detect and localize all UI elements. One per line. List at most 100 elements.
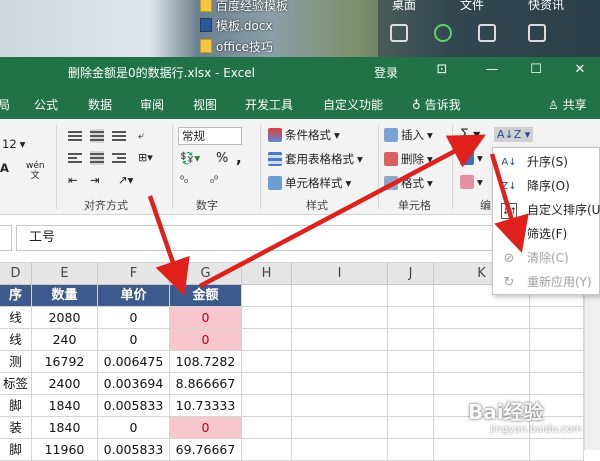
widget-tab-desktop[interactable]: 桌面	[392, 0, 416, 13]
orientation-icon[interactable]: ↗▾	[118, 173, 133, 187]
menu-item-reapply[interactable]: ↻ 重新应用(Y)	[493, 271, 600, 294]
tab-developer[interactable]: 开发工具	[245, 96, 293, 113]
empty-cell[interactable]	[530, 351, 584, 373]
tab-review[interactable]: 审阅	[140, 96, 164, 113]
data-cell[interactable]: 0	[98, 417, 170, 439]
align-center-icon[interactable]	[90, 151, 104, 165]
widget-tab-files[interactable]: 文件	[460, 0, 484, 13]
empty-cell[interactable]	[292, 373, 388, 395]
empty-cell[interactable]	[292, 285, 388, 307]
decrease-decimal-icon[interactable]: ₀⁰	[210, 175, 218, 186]
tab-layout[interactable]: 局	[0, 96, 10, 113]
percent-button[interactable]: %	[216, 151, 228, 166]
empty-cell[interactable]	[292, 351, 388, 373]
data-cell[interactable]: 10.73333	[170, 395, 242, 417]
data-cell[interactable]: 2080	[32, 307, 98, 329]
maximize-icon[interactable]: ☐	[528, 62, 544, 78]
empty-cell[interactable]	[388, 395, 434, 417]
tab-tell-me[interactable]: ♁ 告诉我	[412, 96, 461, 113]
menu-item-custom-sort[interactable]: ↓↑ 自定义排序(U)	[493, 199, 600, 222]
empty-cell[interactable]	[434, 439, 530, 461]
desktop-file-template[interactable]: 百度经验模板	[200, 0, 288, 14]
header-cell[interactable]: 单价	[98, 285, 170, 307]
data-cell[interactable]: 0	[98, 329, 170, 351]
ribbon-display-icon[interactable]: ⊡	[434, 62, 450, 78]
data-cell[interactable]: 240	[32, 329, 98, 351]
login-button[interactable]: 登录	[374, 64, 398, 81]
comma-button[interactable]: ,	[236, 149, 242, 167]
data-cell[interactable]: 108.7282	[170, 351, 242, 373]
empty-cell[interactable]	[388, 285, 434, 307]
clear-button[interactable]: ▾	[460, 175, 483, 189]
tab-view[interactable]: 视图	[193, 96, 217, 113]
wrap-text-icon[interactable]: ⤶	[138, 129, 144, 143]
data-cell[interactable]: 0	[98, 307, 170, 329]
empty-cell[interactable]	[388, 417, 434, 439]
empty-cell[interactable]	[242, 417, 292, 439]
data-cell[interactable]: 8.866667	[170, 373, 242, 395]
empty-cell[interactable]	[388, 329, 434, 351]
widget-tab-news[interactable]: 快资讯	[528, 0, 564, 13]
insert-button[interactable]: 插入 ▾	[384, 127, 433, 143]
data-cell[interactable]: 0	[170, 417, 242, 439]
phonetic-button[interactable]: wén 文	[26, 161, 45, 181]
sort-filter-button[interactable]: A↓Z ▾	[494, 127, 534, 142]
share-button[interactable]: ♙ 共享	[548, 96, 587, 113]
eye-icon[interactable]	[434, 24, 452, 42]
tab-data[interactable]: 数据	[88, 96, 112, 113]
conditional-format-button[interactable]: 条件格式 ▾	[268, 127, 340, 143]
data-cell[interactable]: 装	[0, 417, 32, 439]
crop-icon[interactable]	[390, 24, 408, 42]
align-middle-icon[interactable]	[90, 129, 104, 143]
column-header-e[interactable]: E	[32, 263, 98, 285]
data-cell[interactable]: 0.003694	[98, 373, 170, 395]
close-icon[interactable]: ✕	[572, 62, 588, 78]
formula-input[interactable]: 工号	[16, 225, 496, 251]
empty-cell[interactable]	[434, 307, 530, 329]
data-cell[interactable]: 0	[170, 329, 242, 351]
empty-cell[interactable]	[292, 307, 388, 329]
grid-icon[interactable]	[528, 24, 546, 42]
delete-button[interactable]: 删除 ▾	[384, 151, 433, 167]
empty-cell[interactable]	[434, 373, 530, 395]
data-cell[interactable]: 1840	[32, 417, 98, 439]
column-header-f[interactable]: F	[98, 263, 170, 285]
empty-cell[interactable]	[242, 373, 292, 395]
empty-cell[interactable]	[530, 439, 584, 461]
desktop-file-office[interactable]: office技巧	[200, 37, 273, 55]
align-left-icon[interactable]	[68, 151, 82, 165]
empty-cell[interactable]	[388, 439, 434, 461]
merge-center-icon[interactable]: ⊞▾	[138, 151, 153, 164]
data-cell[interactable]: 0.005833	[98, 439, 170, 461]
header-cell[interactable]: 金额	[170, 285, 242, 307]
empty-cell[interactable]	[242, 329, 292, 351]
data-cell[interactable]: 69.76667	[170, 439, 242, 461]
desktop-file-docx[interactable]: 模板.docx	[200, 16, 272, 34]
empty-cell[interactable]	[434, 329, 530, 351]
empty-cell[interactable]	[292, 417, 388, 439]
empty-cell[interactable]	[388, 307, 434, 329]
empty-cell[interactable]	[388, 351, 434, 373]
empty-cell[interactable]	[530, 307, 584, 329]
empty-cell[interactable]	[242, 439, 292, 461]
bold-icon[interactable]: A	[0, 161, 9, 175]
data-cell[interactable]: 脚	[0, 439, 32, 461]
empty-cell[interactable]	[242, 351, 292, 373]
indent-increase-icon[interactable]: ⇥	[90, 173, 100, 187]
empty-cell[interactable]	[530, 373, 584, 395]
empty-cell[interactable]	[530, 329, 584, 351]
align-bottom-icon[interactable]	[112, 129, 126, 143]
header-cell[interactable]: 序	[0, 285, 32, 307]
column-header-j[interactable]: J	[388, 263, 434, 285]
edit-icon[interactable]	[478, 24, 496, 42]
column-header-h[interactable]: H	[242, 263, 292, 285]
empty-cell[interactable]	[242, 395, 292, 417]
tab-formulas[interactable]: 公式	[34, 96, 58, 113]
tab-custom[interactable]: 自定义功能	[323, 96, 383, 113]
menu-item-sort-asc[interactable]: A↓ 升序(S)	[493, 151, 600, 174]
data-cell[interactable]: 0	[170, 307, 242, 329]
align-right-icon[interactable]	[112, 151, 126, 165]
menu-item-sort-desc[interactable]: Z↓ 降序(O)	[493, 175, 600, 198]
fill-button[interactable]: ▾	[460, 151, 483, 165]
font-size-box[interactable]: 12 ▾	[2, 137, 25, 151]
